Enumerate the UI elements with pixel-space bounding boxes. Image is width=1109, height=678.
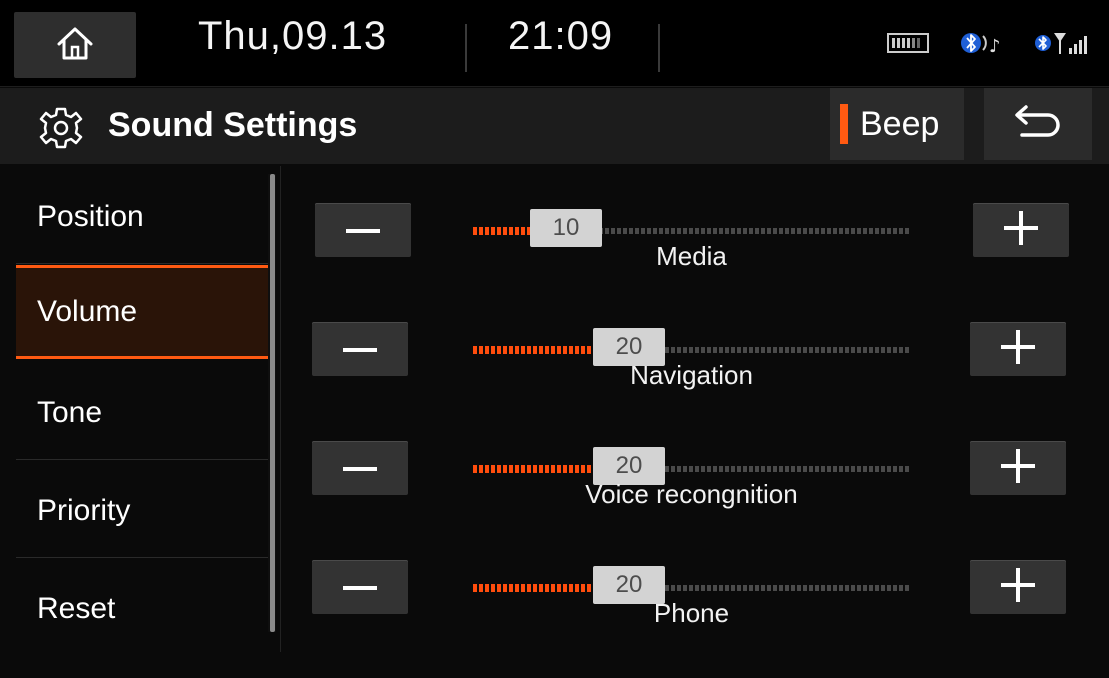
navigation-increase-button[interactable] [970, 322, 1066, 376]
title-bar: Sound Settings Beep [0, 88, 1109, 164]
sidebar-item-label: Volume [37, 295, 138, 328]
media-volume-fill [473, 227, 535, 235]
media-volume-slider[interactable]: 10 [473, 209, 910, 247]
sidebar-item-tone[interactable]: Tone [16, 366, 268, 460]
phone-increase-button[interactable] [970, 560, 1066, 614]
minus-icon [343, 459, 377, 477]
minus-icon [346, 221, 380, 239]
sidebar: Position Volume Tone Priority Reset [0, 166, 280, 652]
status-divider [465, 24, 467, 72]
voice-recognition-volume-slider[interactable]: 20 [473, 447, 910, 485]
navigation-decrease-button[interactable] [312, 322, 408, 376]
volume-row-navigation: 20 Navigation [281, 322, 1109, 440]
plus-icon [1004, 210, 1038, 250]
sidebar-item-volume[interactable]: Volume [16, 265, 268, 359]
beep-label: Beep [860, 104, 940, 143]
navigation-label: Navigation [630, 360, 753, 390]
phone-label: Phone [653, 598, 730, 628]
page-title: Sound Settings [108, 106, 358, 144]
plus-icon [1001, 329, 1035, 369]
sidebar-item-label: Tone [37, 395, 103, 429]
sidebar-item-priority[interactable]: Priority [16, 464, 268, 558]
home-icon [55, 24, 95, 67]
minus-icon [343, 340, 377, 358]
time-display: 21:09 [508, 14, 614, 58]
status-bar: Thu,09.13 21:09 ♪ [0, 0, 1109, 87]
plus-icon [1001, 567, 1035, 607]
sidebar-item-label: Reset [37, 592, 116, 625]
media-decrease-button[interactable] [315, 203, 411, 257]
voice-recognition-volume-fill [473, 465, 598, 473]
bluetooth-signal-icon [1033, 28, 1091, 63]
sidebar-item-label: Position [37, 199, 144, 233]
beep-indicator [840, 104, 848, 144]
home-button[interactable] [14, 12, 136, 78]
status-divider [658, 24, 660, 72]
voice-recognition-decrease-button[interactable] [312, 441, 408, 495]
bluetooth-audio-icon: ♪ [959, 28, 1005, 63]
volume-row-media: 10 Media [281, 203, 1109, 321]
back-arrow-icon [1012, 103, 1064, 146]
svg-text:♪: ♪ [989, 36, 1001, 57]
sidebar-item-label: Priority [37, 493, 131, 527]
volume-row-phone: 20 Phone [281, 560, 1109, 678]
media-label: Media [656, 241, 727, 271]
navigation-volume-slider[interactable]: 20 [473, 328, 910, 366]
plus-icon [1001, 448, 1035, 488]
voice-recognition-increase-button[interactable] [970, 441, 1066, 495]
volume-row-voice-recognition: 20 Voice recongnition [281, 441, 1109, 559]
phone-volume-fill [473, 584, 598, 592]
navigation-volume-fill [473, 346, 598, 354]
battery-icon [887, 32, 931, 59]
back-button[interactable] [984, 88, 1092, 160]
sidebar-scrollbar[interactable] [270, 174, 275, 632]
beep-button[interactable]: Beep [830, 88, 964, 160]
voice-recognition-label: Voice recongnition [585, 479, 798, 509]
sidebar-item-reset[interactable]: Reset [16, 562, 268, 656]
phone-decrease-button[interactable] [312, 560, 408, 614]
gear-icon [38, 105, 84, 156]
status-indicators: ♪ [887, 28, 1091, 63]
phone-volume-slider[interactable]: 20 [473, 566, 910, 604]
sidebar-item-position[interactable]: Position [16, 170, 268, 264]
media-increase-button[interactable] [973, 203, 1069, 257]
minus-icon [343, 578, 377, 596]
date-display: Thu,09.13 [198, 14, 388, 58]
